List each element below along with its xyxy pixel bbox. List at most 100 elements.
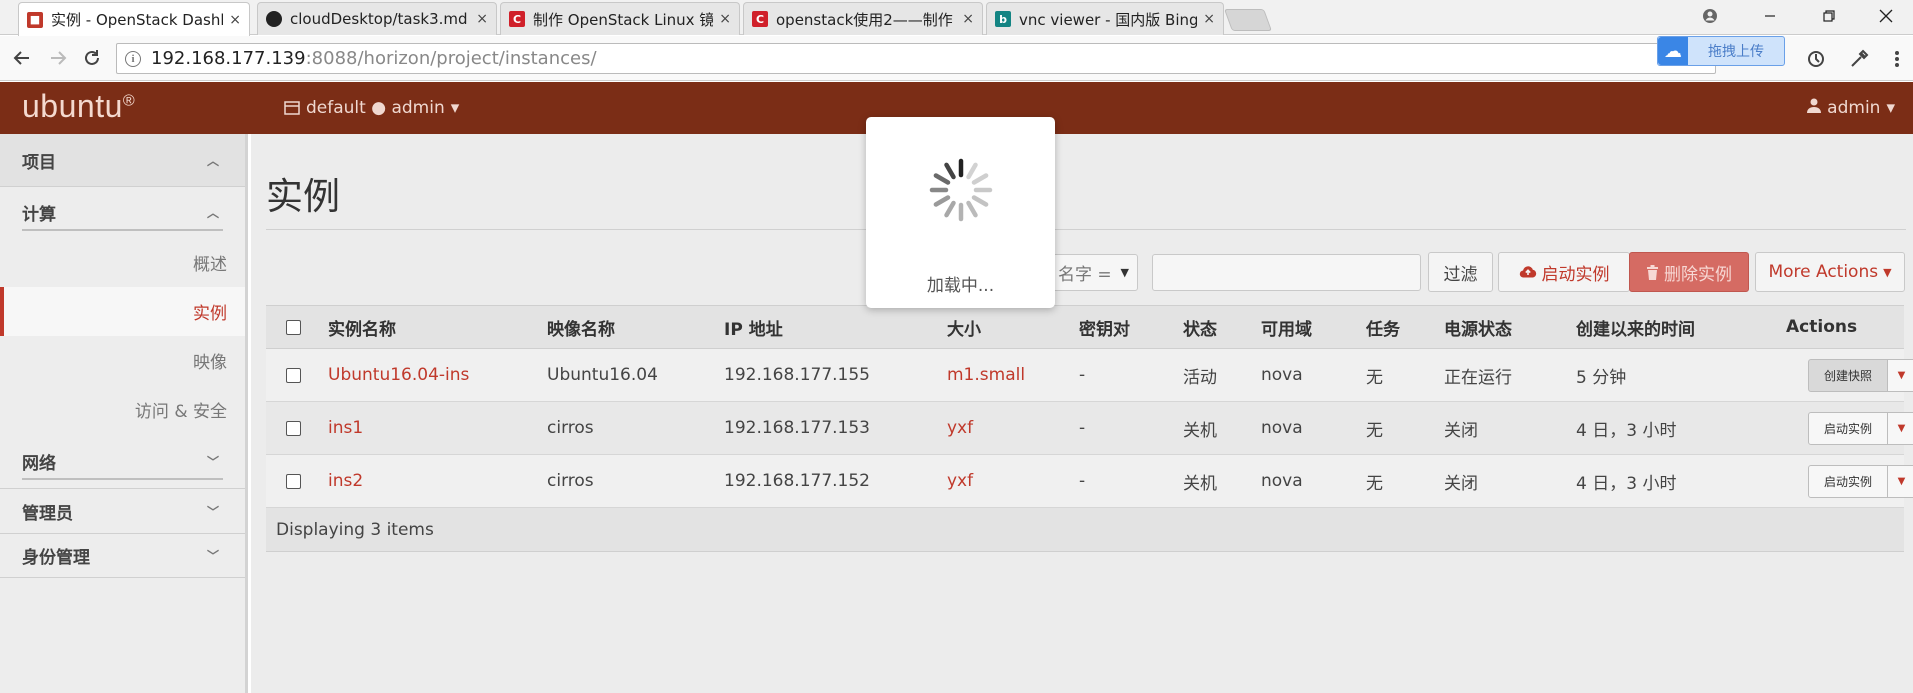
- column-header[interactable]: 实例名称: [328, 306, 396, 348]
- column-header[interactable]: 大小: [947, 306, 981, 348]
- flavor-link[interactable]: yxf: [947, 455, 973, 507]
- project-icon: [284, 101, 300, 115]
- restore-icon[interactable]: [1805, 0, 1853, 32]
- tab-close-icon[interactable]: ×: [962, 11, 974, 27]
- column-header[interactable]: 密钥对: [1079, 306, 1130, 348]
- row-actions: 创建快照 ▼: [1808, 359, 1913, 392]
- browser-tab-1[interactable]: cloudDesktop/task3.md ×: [257, 2, 497, 35]
- minimize-icon[interactable]: [1746, 0, 1794, 32]
- loading-text: 加载中...: [926, 276, 995, 296]
- select-all-checkbox[interactable]: [286, 306, 301, 348]
- status: 活动: [1183, 367, 1217, 388]
- flavor-link[interactable]: m1.small: [947, 349, 1025, 401]
- tab-close-icon[interactable]: ×: [476, 11, 488, 27]
- window-close-icon[interactable]: [1862, 0, 1910, 32]
- upload-extension-button[interactable]: ☁ 拖拽上传: [1657, 36, 1785, 66]
- logo-mark: ®: [122, 92, 136, 110]
- tab-title: cloudDesktop/task3.md: [290, 10, 468, 28]
- sidebar-item-instances[interactable]: 实例: [0, 287, 245, 336]
- spinner-icon: [929, 158, 993, 222]
- row-actions-dropdown[interactable]: ▼: [1888, 359, 1913, 392]
- sidebar-group-label: 项目: [22, 152, 56, 173]
- sync-extension-icon[interactable]: [1802, 45, 1830, 73]
- sidebar-item-label: 访问 & 安全: [134, 402, 227, 422]
- column-header[interactable]: 状态: [1183, 306, 1217, 348]
- user-menu[interactable]: admin ▾: [1807, 98, 1895, 118]
- user-icon: [1807, 98, 1822, 118]
- filter-field-select[interactable]: 名字 = ▼: [1043, 254, 1138, 291]
- browser-tab-0[interactable]: ■ 实例 - OpenStack Dashb ×: [18, 2, 250, 36]
- sidebar-group-project[interactable]: 项目 ︿: [0, 134, 245, 187]
- sidebar-item-overview[interactable]: 概述: [0, 238, 245, 287]
- cloud-upload-icon: [1519, 266, 1536, 278]
- sidebar-group-admin[interactable]: 管理员 ﹀: [0, 489, 245, 534]
- instance-name-link[interactable]: ins2: [328, 455, 363, 507]
- create-snapshot-button[interactable]: 创建快照: [1808, 359, 1888, 392]
- image-name: cirros: [547, 418, 594, 438]
- start-instance-button[interactable]: 启动实例: [1808, 465, 1888, 498]
- tab-close-icon[interactable]: ×: [229, 12, 241, 28]
- url-field[interactable]: i 192.168.177.139:8088/horizon/project/i…: [116, 43, 1716, 74]
- tab-close-icon[interactable]: ×: [1203, 11, 1215, 27]
- ip-address: 192.168.177.152: [724, 471, 871, 491]
- trash-icon: [1647, 264, 1658, 280]
- sidebar-group-network[interactable]: 网络 ﹀: [0, 434, 245, 489]
- row-checkbox[interactable]: [286, 402, 301, 454]
- column-header: Actions: [1786, 317, 1858, 337]
- sidebar-group-identity[interactable]: 身份管理 ﹀: [0, 534, 245, 578]
- image-name: Ubuntu16.04: [547, 365, 658, 385]
- filter-button[interactable]: 过滤: [1428, 252, 1493, 292]
- sidebar-item-access-security[interactable]: 访问 & 安全: [0, 385, 245, 434]
- row-actions-dropdown[interactable]: ▼: [1888, 412, 1913, 445]
- project-selector[interactable]: default ● admin ▾: [284, 98, 459, 118]
- launch-instance-button[interactable]: 启动实例: [1498, 252, 1630, 292]
- back-icon[interactable]: [8, 44, 36, 72]
- column-header[interactable]: IP 地址: [724, 306, 783, 348]
- task: 无: [1366, 473, 1383, 494]
- column-header[interactable]: 映像名称: [547, 306, 615, 348]
- instance-name-link[interactable]: Ubuntu16.04-ins: [328, 349, 469, 401]
- ubuntu-logo[interactable]: ubuntu®: [22, 88, 135, 125]
- column-header[interactable]: 创建以来的时间: [1576, 306, 1695, 348]
- browser-tab-4[interactable]: b vnc viewer - 国内版 Bing ×: [986, 2, 1224, 35]
- site-info-icon[interactable]: i: [125, 50, 141, 67]
- browser-tab-2[interactable]: C 制作 OpenStack Linux 镜 ×: [500, 2, 740, 35]
- launch-button-label: 启动实例: [1541, 264, 1610, 285]
- tab-title: 实例 - OpenStack Dashb: [51, 11, 224, 29]
- sidebar-item-images[interactable]: 映像: [0, 336, 245, 385]
- menu-icon[interactable]: [1883, 45, 1911, 73]
- flavor-link[interactable]: yxf: [947, 402, 973, 454]
- keypair: -: [1079, 365, 1086, 385]
- filter-input[interactable]: [1152, 254, 1421, 291]
- delete-instances-button[interactable]: 删除实例: [1629, 252, 1749, 292]
- main-content: 实例 名字 = ▼ 过滤 启动实例 删除实例 More Actions ▼ 实例…: [251, 134, 1913, 693]
- chevron-down-icon: ▾: [450, 98, 460, 118]
- browser-tab-3[interactable]: C openstack使用2——制作 ×: [743, 2, 983, 35]
- tab-close-icon[interactable]: ×: [719, 11, 731, 27]
- row-checkbox[interactable]: [286, 349, 301, 401]
- task: 无: [1366, 420, 1383, 441]
- reload-icon[interactable]: [78, 44, 106, 72]
- more-actions-button[interactable]: More Actions ▼: [1755, 252, 1905, 292]
- column-header[interactable]: 任务: [1366, 306, 1400, 348]
- new-tab-button[interactable]: [1223, 9, 1273, 31]
- start-instance-button[interactable]: 启动实例: [1808, 412, 1888, 445]
- eyedropper-extension-icon[interactable]: [1845, 45, 1873, 73]
- keypair: -: [1079, 418, 1086, 438]
- chevron-down-icon: ﹀: [206, 454, 219, 469]
- user-icon[interactable]: [1686, 0, 1734, 32]
- column-header[interactable]: 可用域: [1261, 306, 1312, 348]
- logo-text: ubuntu: [22, 88, 123, 124]
- row-actions: 启动实例 ▼: [1808, 412, 1913, 445]
- availability-zone: nova: [1261, 418, 1303, 438]
- bing-favicon-icon: b: [995, 11, 1011, 27]
- column-header[interactable]: 电源状态: [1444, 306, 1512, 348]
- forward-icon[interactable]: [44, 44, 72, 72]
- cloud-icon: ☁: [1658, 37, 1688, 65]
- row-checkbox[interactable]: [286, 455, 301, 507]
- project-label: default ● admin: [306, 98, 445, 118]
- row-actions-dropdown[interactable]: ▼: [1888, 465, 1913, 498]
- csdn-favicon-icon: C: [752, 11, 768, 27]
- instance-name-link[interactable]: ins1: [328, 402, 363, 454]
- sidebar-divider: [22, 478, 223, 480]
